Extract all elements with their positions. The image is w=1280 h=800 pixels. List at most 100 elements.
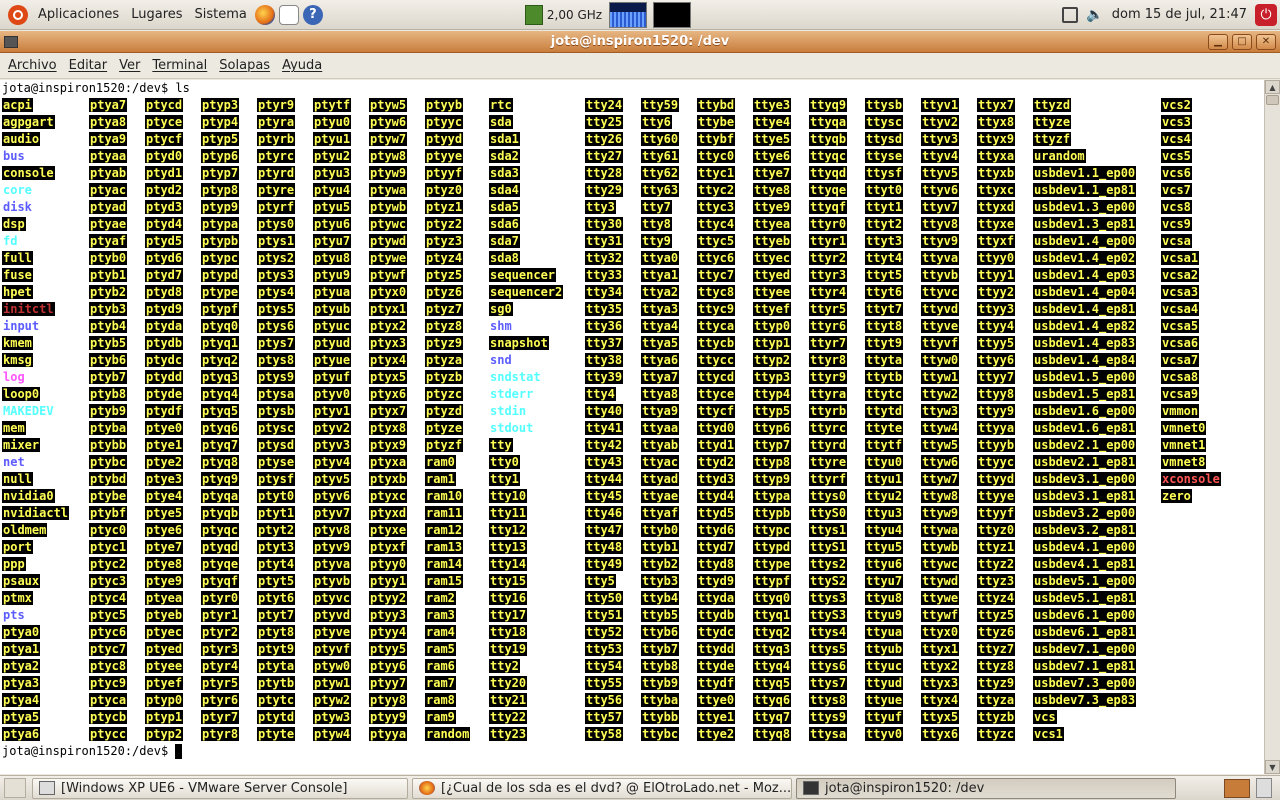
- cpu-monitor-graph[interactable]: [609, 1, 648, 28]
- firefox-icon[interactable]: [254, 4, 275, 25]
- trash-icon[interactable]: [1256, 778, 1272, 798]
- ls-entry: ptycd: [145, 97, 184, 114]
- ls-entry: ptyef: [145, 675, 184, 692]
- ls-entry-name: ptyy1: [369, 574, 408, 588]
- ls-entry: ttyd1: [697, 437, 736, 454]
- ls-entry-name: ptyyf: [425, 166, 464, 180]
- ls-entry: vcsa5: [1161, 318, 1221, 335]
- ls-entry-name: ttyp9: [753, 472, 792, 486]
- task-terminal[interactable]: jota@inspiron1520: /dev: [796, 777, 1176, 799]
- ls-entry-name: ttycb: [697, 336, 736, 350]
- scrollbar-thumb[interactable]: [1266, 95, 1279, 105]
- ls-entry-name: ttya8: [641, 387, 680, 401]
- ls-entry-name: ptyr4: [201, 659, 240, 673]
- ls-entry: ptyz6: [425, 284, 470, 301]
- ls-entry-name: ttya7: [641, 370, 680, 384]
- help-icon[interactable]: ?: [302, 4, 323, 25]
- net-monitor-graph[interactable]: [653, 1, 692, 28]
- menu-terminal[interactable]: Terminal: [146, 58, 213, 73]
- volume-icon[interactable]: 🔈: [1086, 7, 1103, 23]
- ls-entry: ptyse: [257, 454, 296, 471]
- ls-entry: tty35: [585, 301, 624, 318]
- power-icon[interactable]: ⏻: [1255, 3, 1277, 26]
- menu-solapas[interactable]: Solapas: [213, 58, 276, 73]
- menu-ver[interactable]: Ver: [113, 58, 146, 73]
- ls-entry-name: ptyc0: [89, 523, 128, 537]
- task-vmware[interactable]: [Windows XP UE6 - VMware Server Console]: [32, 777, 408, 799]
- menu-editar[interactable]: Editar: [63, 58, 114, 73]
- ls-entry-name: agpgart: [2, 115, 55, 129]
- ls-entry: ttypa: [753, 488, 792, 505]
- ls-entry: ttyyf: [977, 505, 1016, 522]
- ls-entry: ttyq3: [753, 641, 792, 658]
- scroll-down-arrow-icon[interactable]: ▼: [1265, 760, 1280, 774]
- minimize-button[interactable]: ▁: [1208, 33, 1228, 50]
- ls-entry: fd: [2, 233, 69, 250]
- ls-entry-name: ttydf: [697, 676, 736, 690]
- ls-entry-name: ttyr2: [809, 251, 848, 265]
- show-desktop-icon[interactable]: [4, 778, 26, 798]
- network-icon[interactable]: [1062, 6, 1079, 23]
- ls-entry-name: ttyq4: [753, 659, 792, 673]
- ls-entry: tty40: [585, 403, 624, 420]
- ls-entry: tty0: [489, 454, 563, 471]
- menu-aplicaciones[interactable]: Aplicaciones: [32, 0, 125, 30]
- ls-entry-name: ptyec: [145, 625, 184, 639]
- mail-icon[interactable]: [278, 4, 299, 25]
- terminal-output[interactable]: jota@inspiron1520:/dev$ ls acpi agpgart au…: [0, 80, 1264, 774]
- ls-entry-name: ptyue: [313, 353, 352, 367]
- clock[interactable]: dom 15 de jul, 21:47: [1106, 7, 1253, 22]
- ls-entry: random: [425, 726, 471, 743]
- task-firefox[interactable]: [¿Cual de los sda es el dvd? @ ElOtroLad…: [412, 777, 792, 799]
- ls-entry-name: ptyr0: [201, 591, 240, 605]
- ls-entry-name: ttyuc: [865, 659, 904, 673]
- ls-entry: ttycd: [697, 369, 736, 386]
- ls-entry-name: tty51: [585, 608, 624, 622]
- ls-column: ttysb ttysc ttysd ttyse ttysf ttyt0 ttyt1 ttyt2…: [865, 97, 904, 743]
- ls-entry-name: ttycc: [697, 353, 736, 367]
- ls-entry-name: ptybb: [89, 438, 128, 452]
- ls-entry-name: ptya8: [89, 115, 128, 129]
- close-button[interactable]: ✕: [1256, 33, 1276, 50]
- menu-archivo[interactable]: Archivo: [2, 58, 63, 73]
- ls-entry: tty4: [585, 386, 623, 403]
- ls-entry: shm: [489, 318, 563, 335]
- ls-entry: ptyxa: [369, 454, 408, 471]
- ls-entry: tty18: [489, 624, 563, 641]
- ls-entry-name: initctl: [2, 302, 55, 316]
- ls-entry: ptydc: [145, 352, 184, 369]
- ls-entry: ptyx3: [369, 335, 408, 352]
- ls-entry: ptyd2: [145, 182, 184, 199]
- ls-entry: ptyv5: [313, 471, 352, 488]
- maximize-button[interactable]: □: [1232, 33, 1252, 50]
- menu-sistema[interactable]: Sistema: [189, 0, 253, 30]
- ls-entry: vcsa4: [1161, 301, 1221, 318]
- cpu-freq-icon[interactable]: [524, 4, 543, 25]
- window-titlebar[interactable]: jota@inspiron1520: /dev ▁ □ ✕: [0, 31, 1280, 53]
- ls-entry-name: ptyu1: [313, 132, 352, 146]
- terminal-scrollbar[interactable]: ▲ ▼: [1264, 80, 1280, 774]
- ls-entry-name: ttyd1: [697, 438, 736, 452]
- ls-entry-name: ttybe: [697, 115, 736, 129]
- ls-entry: ttycc: [697, 352, 736, 369]
- ubuntu-logo-icon[interactable]: [8, 4, 28, 25]
- ls-entry-name: usbdev6.1_ep81: [1033, 625, 1137, 639]
- ls-entry: dsp: [2, 216, 69, 233]
- ls-entry-name: vcsa: [1161, 234, 1192, 248]
- ls-entry-name: ptyq9: [201, 472, 240, 486]
- ls-entry: ptyta: [257, 658, 296, 675]
- ls-entry-name: ptydd: [145, 370, 184, 384]
- ls-entry: ttyxe: [977, 216, 1016, 233]
- scroll-up-arrow-icon[interactable]: ▲: [1265, 80, 1280, 94]
- menu-ayuda[interactable]: Ayuda: [276, 58, 328, 73]
- menu-lugares[interactable]: Lugares: [125, 0, 188, 30]
- workspace-switcher[interactable]: [1224, 778, 1250, 798]
- ls-entry: ttyab: [641, 437, 680, 454]
- ls-entry: ttyx8: [977, 114, 1016, 131]
- ls-entry: ptyrd: [257, 165, 296, 182]
- ls-entry: ptyr8: [201, 726, 240, 743]
- ls-entry-name: ptyrc: [257, 149, 296, 163]
- ls-entry: ptmx: [2, 590, 69, 607]
- ls-entry-name: ttyda: [697, 591, 736, 605]
- ls-entry: fuse: [2, 267, 69, 284]
